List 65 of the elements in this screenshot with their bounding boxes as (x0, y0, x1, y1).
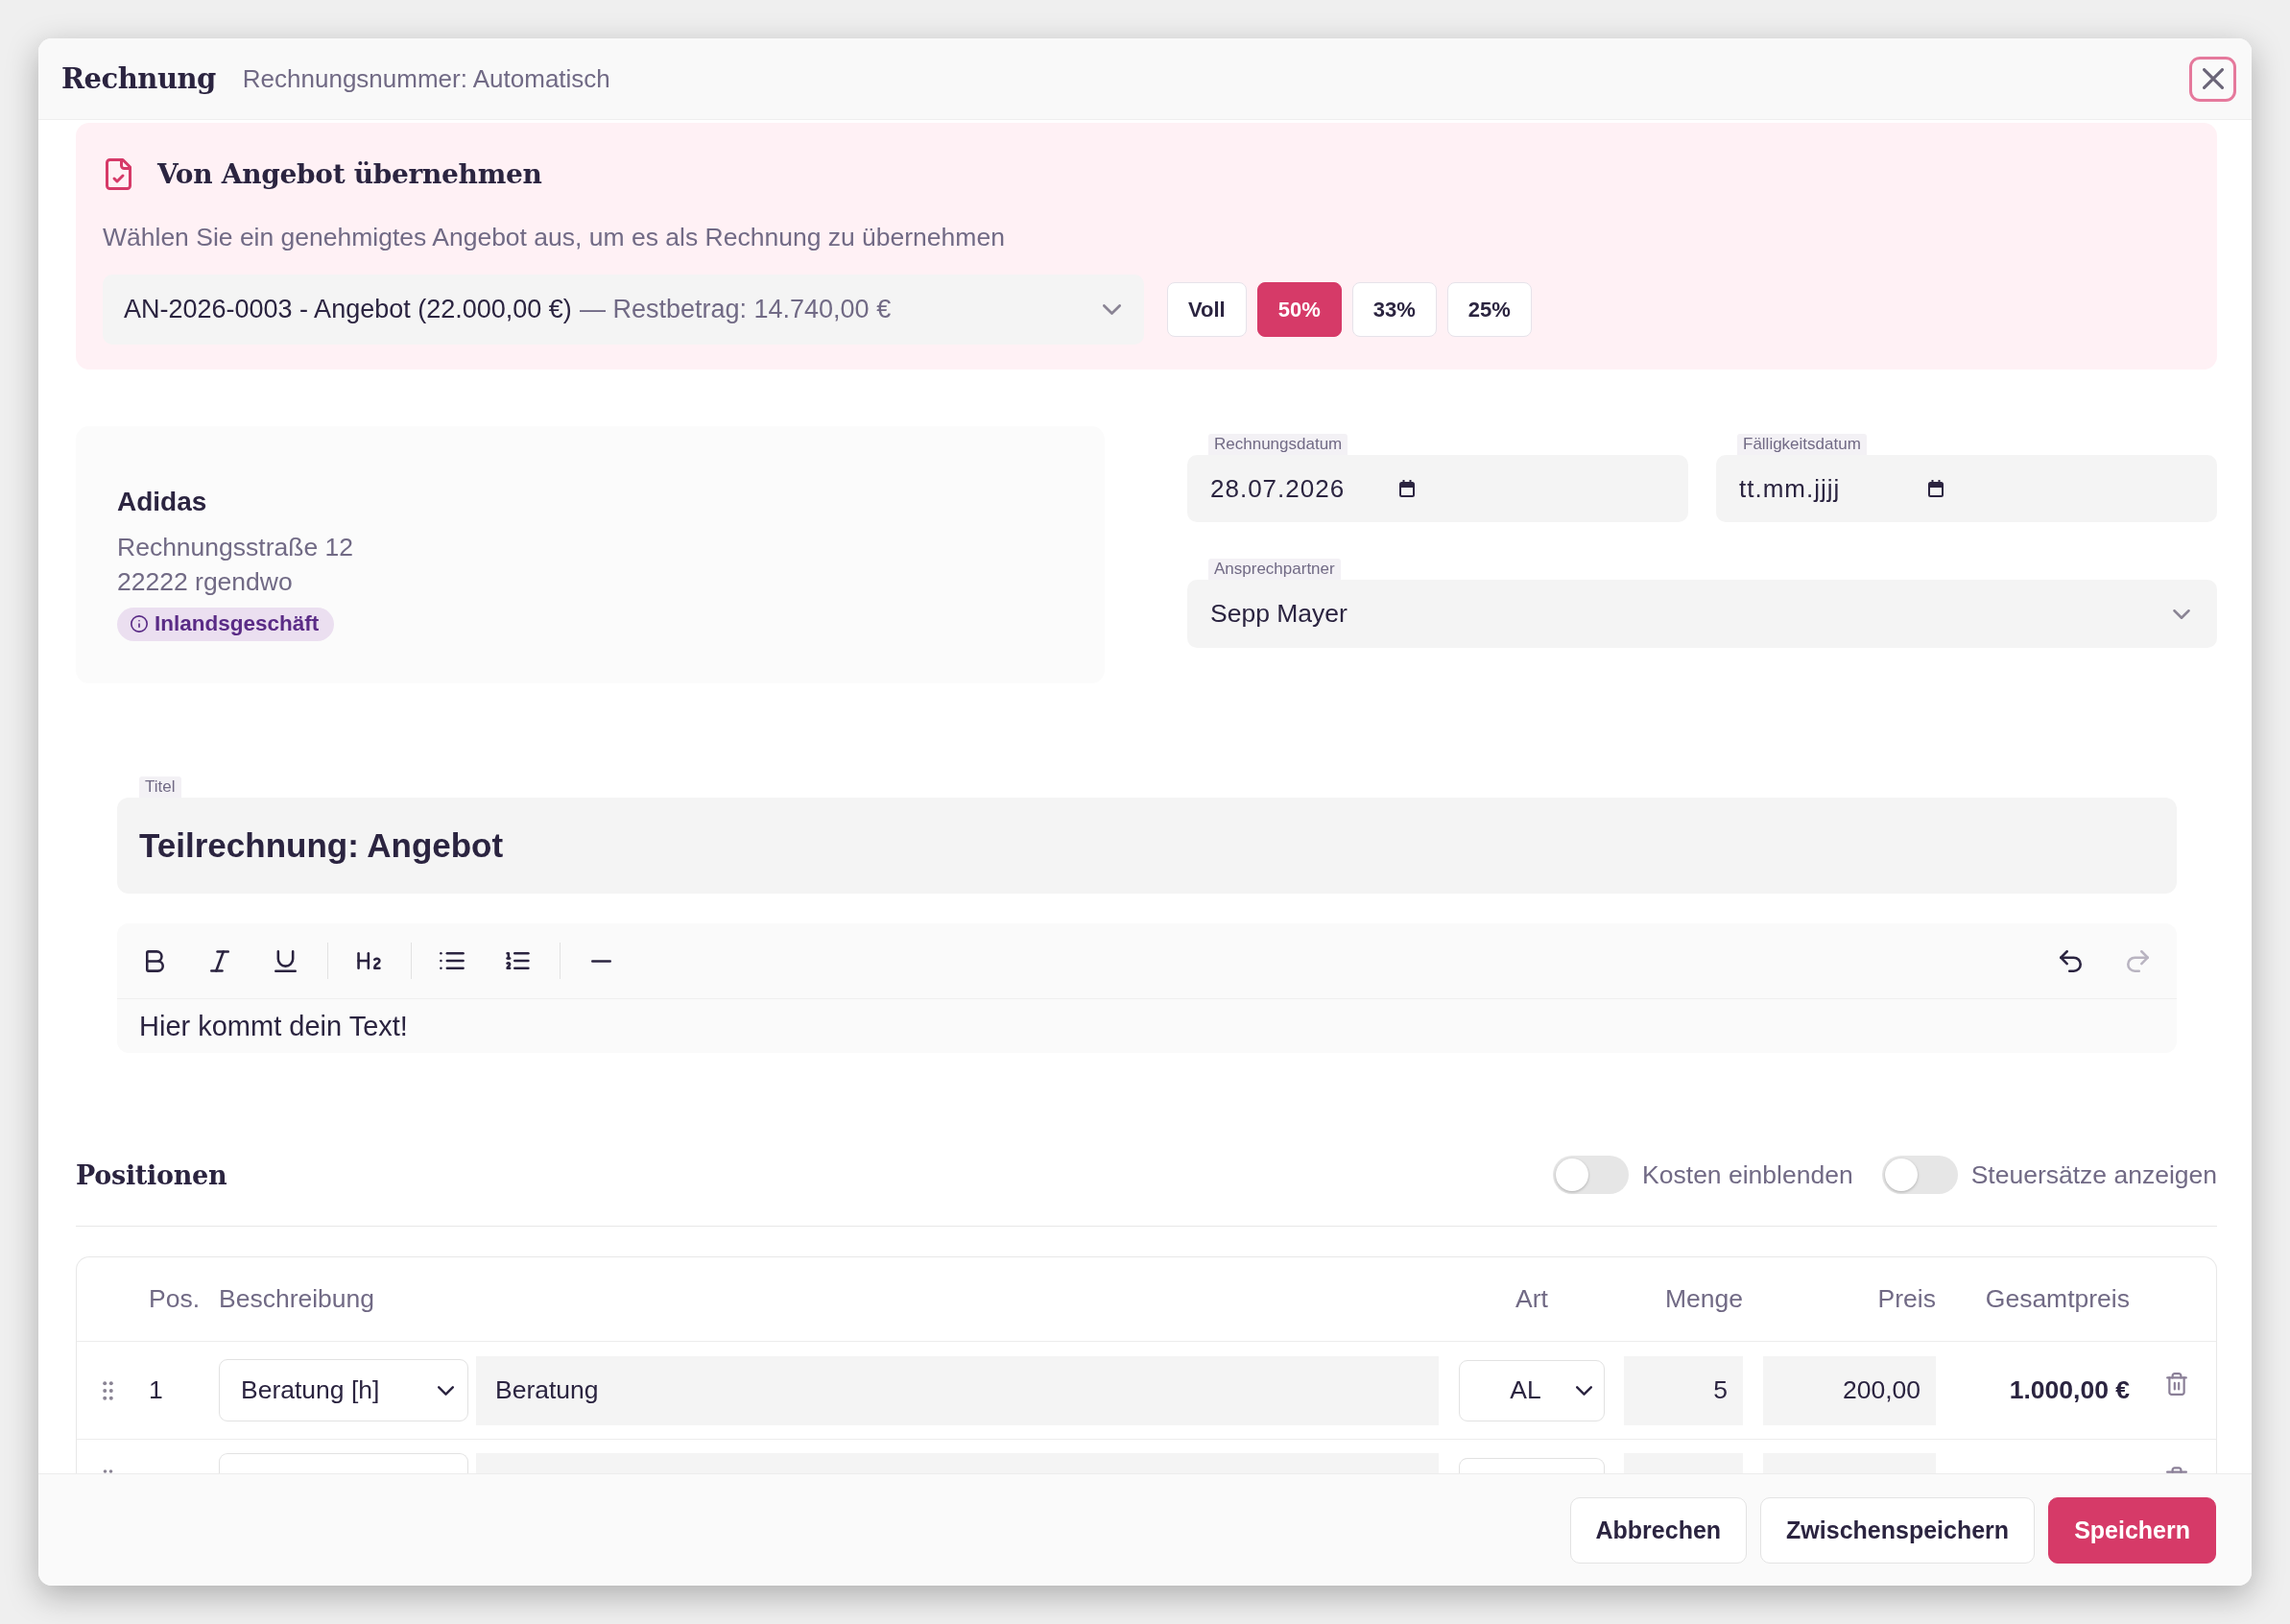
date-field[interactable]: 28.07.2026 (1187, 455, 1688, 522)
address-line: 22222 rgendwo (117, 565, 294, 598)
field-label: Ansprechpartner (1208, 559, 1341, 580)
panel-description: Wählen Sie ein genehmigtes Angebot aus, um es als Rechnung zu übernehmen (103, 222, 1006, 253)
contact-select[interactable]: Sepp Mayer (1187, 580, 2217, 648)
customer-name: Adidas (117, 485, 208, 518)
calendar-icon[interactable] (1399, 480, 1415, 497)
trash-icon[interactable] (2166, 1372, 2187, 1396)
numbered-list-icon[interactable] (505, 952, 530, 969)
toggle-switch[interactable] (1553, 1156, 1630, 1194)
chevron-down-icon (1576, 1385, 1592, 1396)
chevron-down-icon (438, 1385, 454, 1396)
column-header: Preis (1876, 1284, 1936, 1314)
calendar-icon[interactable] (1928, 480, 1944, 497)
field-label: Rechnungsdatum (1208, 434, 1348, 455)
column-header: Pos. (148, 1284, 202, 1314)
file-check-icon (106, 157, 131, 190)
share-button[interactable]: 50% (1256, 282, 1342, 337)
dialog-title: Rechnung (61, 62, 216, 95)
italic-icon[interactable] (210, 949, 229, 972)
column-header: Beschreibung (219, 1284, 376, 1314)
description-field[interactable]: Beratung (476, 1355, 1439, 1425)
item-type-select[interactable]: Beratung [h] (219, 1359, 468, 1421)
horizontal-rule-icon[interactable] (590, 959, 611, 963)
bullet-list-icon[interactable] (440, 952, 465, 969)
drag-handle-icon[interactable] (103, 1469, 113, 1473)
total-amount: 1.000,00 € (2008, 1375, 2130, 1405)
offer-select[interactable]: AN-2026-0003 - Angebot (22.000,00 €) — Restbetrag: 14.740,00 € (103, 275, 1144, 345)
field-label: Fälligkeitsdatum (1737, 434, 1867, 455)
tag-label: Inlandsgeschäft (155, 611, 320, 636)
date-field[interactable]: tt.mm.jjjj (1716, 455, 2217, 522)
underline-icon[interactable] (274, 949, 297, 972)
drag-handle-icon[interactable] (103, 1380, 113, 1400)
invoice-number: Rechnungsnummer: Automatisch (242, 63, 610, 94)
field-label: Titel (139, 776, 181, 798)
column-header: Menge (1663, 1284, 1743, 1314)
undo-icon[interactable] (2059, 949, 2082, 972)
secondary-button[interactable]: Zwischenspeichern (1760, 1496, 2036, 1564)
share-button[interactable]: 33% (1351, 282, 1437, 337)
toggle-label: Kosten einblenden (1642, 1159, 1853, 1190)
chevron-down-icon (2173, 609, 2190, 619)
address-line: Rechnungsstraße 12 (117, 531, 354, 563)
bold-icon[interactable] (145, 949, 164, 972)
toggle-switch[interactable] (1881, 1156, 1958, 1194)
share-button[interactable]: 25% (1446, 282, 1532, 337)
trash-icon[interactable] (2166, 1467, 2187, 1473)
close-icon (2202, 68, 2224, 89)
price-field[interactable]: 200,00 (1763, 1355, 1936, 1425)
share-button[interactable]: Voll (1167, 282, 1247, 337)
panel-heading: Von Angebot übernehmen (157, 157, 542, 190)
close-button[interactable] (2189, 56, 2236, 102)
toggle-label: Steuersätze anzeigen (1970, 1159, 2217, 1190)
info-icon (131, 615, 148, 633)
art-select[interactable]: AL (1459, 1359, 1605, 1421)
column-header: Art (1515, 1284, 1549, 1314)
save-button[interactable]: Speichern (2048, 1496, 2216, 1564)
chevron-down-icon (1103, 304, 1121, 315)
column-header: Gesamtpreis (1984, 1284, 2130, 1314)
editor-text-field[interactable]: Hier kommt dein Text! (117, 999, 2177, 1053)
secondary-button[interactable]: Abbrechen (1569, 1496, 1748, 1564)
title-field[interactable]: Teilrechnung: Angebot (117, 798, 2177, 894)
quantity-field[interactable]: 5 (1624, 1355, 1743, 1425)
section-heading: Positionen (76, 1159, 227, 1190)
position-number: 1 (148, 1375, 164, 1405)
heading-icon[interactable] (356, 952, 381, 969)
